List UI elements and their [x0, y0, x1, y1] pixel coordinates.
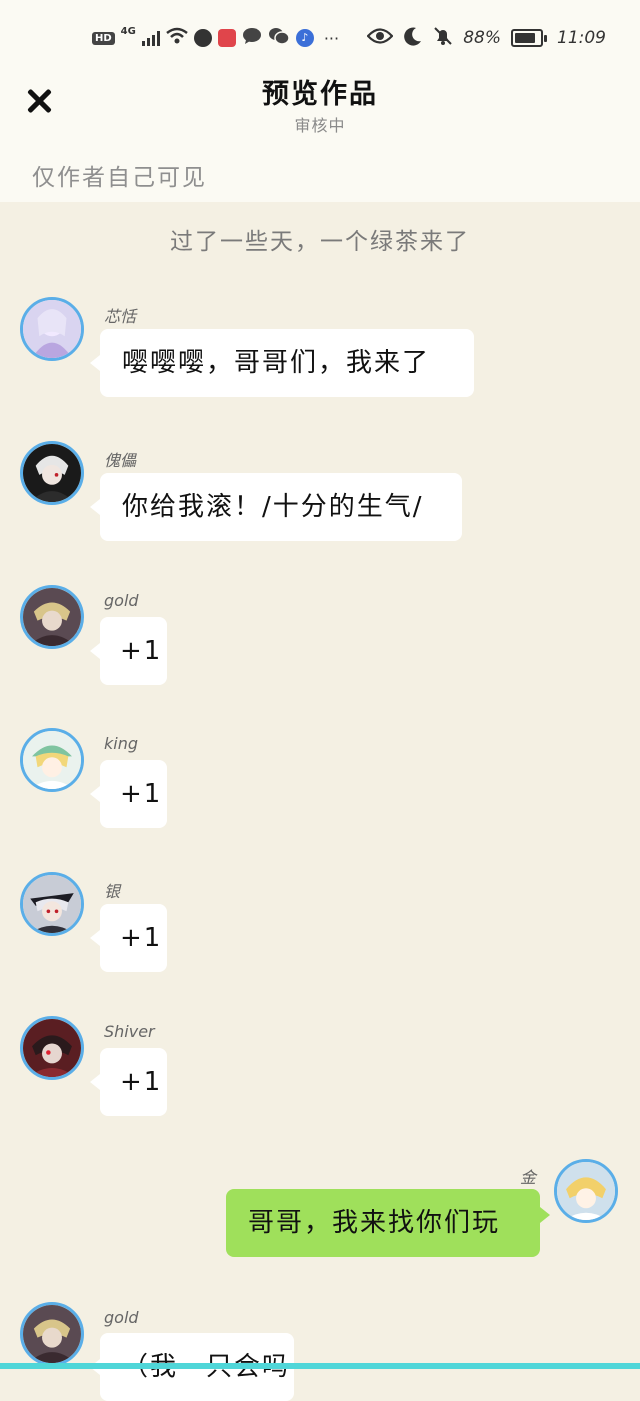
wechat-icon	[268, 27, 290, 49]
clock: 11:09	[557, 28, 606, 48]
chat-icon	[242, 27, 262, 49]
app-icon	[193, 29, 212, 47]
signal-icon	[141, 30, 160, 46]
network-type: 4G	[120, 26, 136, 37]
message-bubble[interactable]: 哥哥，我来找你们玩	[226, 1189, 550, 1257]
status-left: HD 4G ♪ ···	[92, 26, 339, 50]
message-bubble[interactable]: 嘤嘤嘤，哥哥们，我来了	[90, 329, 474, 397]
status-right: 88% 11:09	[366, 26, 606, 51]
message-bubble[interactable]: +1	[90, 617, 167, 685]
avatar[interactable]	[20, 1016, 84, 1080]
sender-name: gold	[104, 1308, 139, 1327]
header: 预览作品 审核中 仅作者自己可见	[0, 70, 640, 202]
eye-icon	[366, 27, 394, 50]
visibility-note: 仅作者自己可见	[32, 165, 207, 191]
message-bubble[interactable]: 你给我滚！/十分的生气/	[90, 473, 462, 541]
sender-name: 傀儡	[104, 451, 137, 470]
wifi-icon	[166, 27, 188, 49]
sender-name: 芯恬	[104, 307, 137, 326]
avatar[interactable]	[20, 728, 84, 792]
moon-icon	[403, 26, 423, 51]
narration-text: 过了一些天，一个绿茶来了	[170, 229, 470, 255]
avatar[interactable]	[20, 441, 84, 505]
sender-name: king	[104, 734, 139, 753]
status-bar: HD 4G ♪ ··· 88% 11:09	[0, 0, 640, 70]
sender-name: 金	[520, 1168, 537, 1187]
review-status: 审核中	[294, 116, 346, 135]
music-icon: ♪	[295, 29, 314, 47]
avatar[interactable]	[20, 872, 84, 936]
avatar[interactable]	[20, 297, 84, 361]
sender-name: 银	[104, 882, 121, 901]
sender-name: Shiver	[104, 1022, 155, 1041]
message-bubble[interactable]: +1	[90, 760, 167, 828]
battery-percent: 88%	[463, 28, 501, 48]
bottom-accent-bar	[0, 1363, 640, 1369]
page-title: 预览作品	[262, 79, 378, 110]
avatar[interactable]	[554, 1159, 618, 1223]
message-bubble[interactable]: +1	[90, 904, 167, 972]
sender-name: gold	[104, 591, 139, 610]
avatar[interactable]	[20, 585, 84, 649]
notes-icon	[217, 29, 236, 47]
battery-icon	[511, 29, 547, 47]
message-bubble[interactable]: +1	[90, 1048, 167, 1116]
hd-badge: HD	[92, 31, 115, 45]
bell-off-icon	[433, 26, 453, 51]
more-indicator: ···	[323, 28, 340, 48]
avatar[interactable]	[20, 1302, 84, 1366]
